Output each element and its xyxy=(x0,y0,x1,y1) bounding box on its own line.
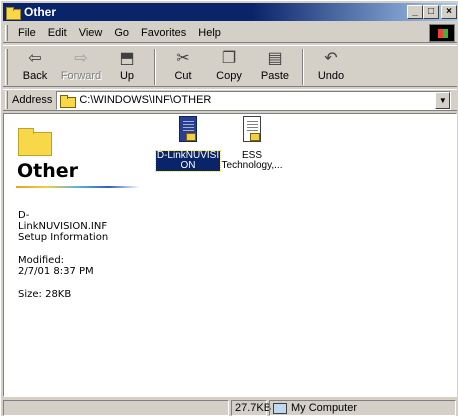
my-computer-icon xyxy=(273,402,287,414)
toolbar-separator xyxy=(154,49,156,85)
file-label: ESS Technology,... xyxy=(221,150,283,171)
paste-button[interactable]: ▤ Paste xyxy=(252,46,298,86)
copy-button[interactable]: ❐ Copy xyxy=(206,46,252,86)
menu-view[interactable]: View xyxy=(73,27,109,39)
undo-icon: ↶ xyxy=(324,50,338,67)
forward-arrow-icon: ⇨ xyxy=(74,50,88,67)
modified-label: Modified: xyxy=(18,255,65,266)
standard-toolbar: ⇦ Back ⇨ Forward ⬒ Up ✂ Cut ❐ Copy ▤ Pas… xyxy=(3,45,457,87)
address-label: Address xyxy=(12,94,53,106)
menu-favorites[interactable]: Favorites xyxy=(135,27,192,39)
minimize-button[interactable]: _ xyxy=(407,5,423,19)
clipboard-icon: ▤ xyxy=(267,50,283,67)
back-arrow-icon: ⇦ xyxy=(28,50,42,67)
windows-logo-icon xyxy=(429,24,455,42)
file-item[interactable]: D-LinkNUVISI ON xyxy=(152,114,224,172)
copy-icon: ❐ xyxy=(221,50,237,67)
toolbar-separator xyxy=(302,49,304,85)
up-folder-icon: ⬒ xyxy=(119,50,135,67)
status-zone: My Computer xyxy=(269,400,456,416)
zone-label: My Computer xyxy=(291,402,358,414)
folder-view[interactable]: Other D- LinkNUVISION.INF Setup Informat… xyxy=(3,113,457,397)
setup-information-icon xyxy=(239,116,265,148)
file-size: Size: 28KB xyxy=(18,289,72,300)
up-button[interactable]: ⬒ Up xyxy=(104,46,150,86)
scissors-icon: ✂ xyxy=(176,50,190,67)
selected-file-type: Setup Information xyxy=(18,232,109,243)
setup-information-icon xyxy=(175,116,201,148)
undo-button[interactable]: ↶ Undo xyxy=(308,46,354,86)
maximize-button[interactable]: □ xyxy=(423,5,439,19)
file-label: D-LinkNUVISI ON xyxy=(154,150,222,172)
status-bar: 27.7KB My Computer xyxy=(3,399,457,416)
modified-value: 2/7/01 8:37 PM xyxy=(18,266,94,277)
folder-icon xyxy=(60,94,77,108)
menu-help[interactable]: Help xyxy=(192,27,227,39)
window-controls: _ □ × xyxy=(407,5,457,19)
address-dropdown-button[interactable]: ▼ xyxy=(435,91,451,109)
address-value[interactable]: C:\WINDOWS\INF\OTHER xyxy=(79,94,211,106)
selected-file-name-line2: LinkNUVISION.INF xyxy=(18,221,108,232)
address-bar: Address C:\WINDOWS\INF\OTHER ▼ xyxy=(3,89,457,111)
address-grip[interactable] xyxy=(5,91,8,109)
forward-button[interactable]: ⇨ Forward xyxy=(58,46,104,86)
status-size: 27.7KB xyxy=(231,400,271,416)
menu-edit[interactable]: Edit xyxy=(42,27,73,39)
large-folder-icon xyxy=(18,126,52,156)
menu-file[interactable]: File xyxy=(12,27,42,39)
menu-grip[interactable] xyxy=(5,24,8,41)
status-text xyxy=(3,400,229,416)
menu-bar: File Edit View Go Favorites Help xyxy=(3,23,457,43)
close-button[interactable]: × xyxy=(441,5,457,19)
explorer-window: Other _ □ × File Edit View Go Favorites … xyxy=(0,0,458,416)
file-item[interactable]: ESS Technology,... xyxy=(216,114,288,171)
back-button[interactable]: ⇦ Back xyxy=(12,46,58,86)
menu-go[interactable]: Go xyxy=(108,27,135,39)
address-input[interactable]: C:\WINDOWS\INF\OTHER ▼ xyxy=(56,90,452,110)
folder-icon xyxy=(5,5,21,20)
toolbar-grip[interactable] xyxy=(5,49,8,85)
window-title: Other xyxy=(24,5,57,19)
cut-button[interactable]: ✂ Cut xyxy=(160,46,206,86)
folder-title: Other xyxy=(17,160,79,182)
selected-file-name-line1: D- xyxy=(18,210,30,221)
web-view-info-pane: Other D- LinkNUVISION.INF Setup Informat… xyxy=(4,114,144,396)
title-bar[interactable]: Other _ □ × xyxy=(3,3,457,21)
title-divider xyxy=(16,186,140,188)
